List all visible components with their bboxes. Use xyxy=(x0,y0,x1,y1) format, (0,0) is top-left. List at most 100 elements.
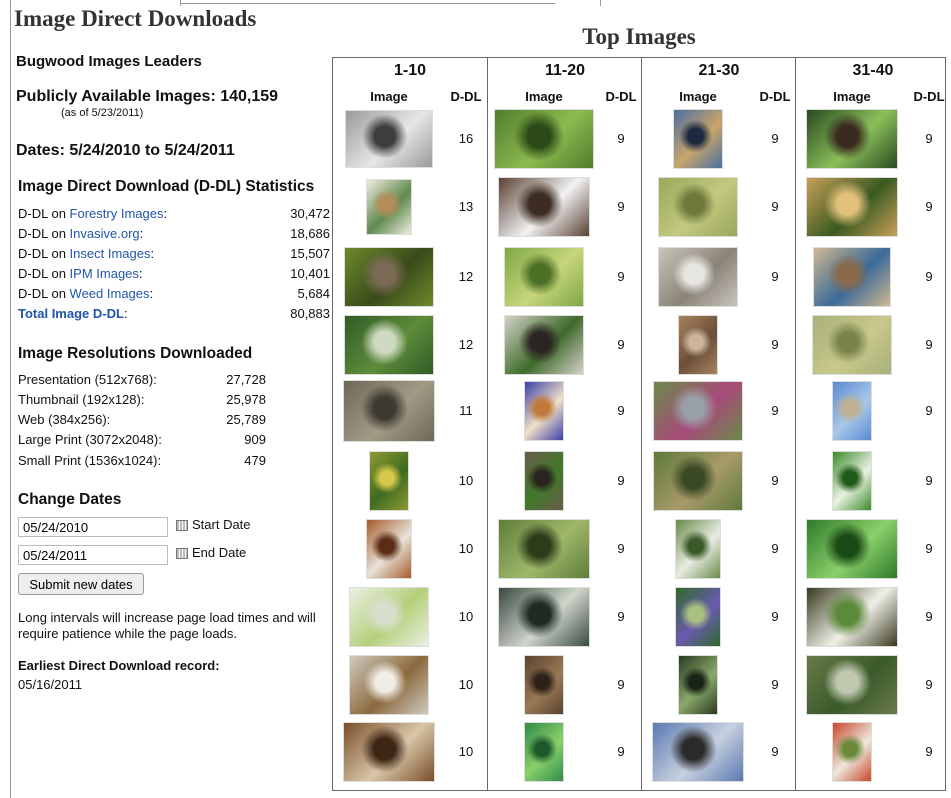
thumbnail-image[interactable] xyxy=(343,380,435,442)
start-date-input[interactable] xyxy=(18,517,168,537)
thumbnail-image[interactable] xyxy=(675,587,721,647)
thumbnail-image[interactable] xyxy=(345,110,433,168)
ddl-count: 9 xyxy=(925,744,933,759)
thumbnail-image[interactable] xyxy=(498,587,590,647)
calendar-icon[interactable] xyxy=(176,520,188,531)
thumbnail-image[interactable] xyxy=(344,247,434,307)
ddl-stat-link[interactable]: Weed Images xyxy=(70,286,150,301)
thumbnail-image[interactable] xyxy=(524,722,564,782)
ddl-total-suffix: : xyxy=(123,306,128,321)
end-date-label: End Date xyxy=(192,545,247,560)
thumbnail-image[interactable] xyxy=(832,722,872,782)
ddl-stat-label: D-DL on Weed Images: xyxy=(18,286,153,306)
thumbnail-image[interactable] xyxy=(504,315,584,375)
thumbnail-image[interactable] xyxy=(366,179,412,235)
page-title: Image Direct Downloads xyxy=(14,6,257,31)
calendar-icon[interactable] xyxy=(176,548,188,559)
thumbnail-image[interactable] xyxy=(369,451,409,511)
thumbnail-image[interactable] xyxy=(524,655,564,715)
thumbnail-image[interactable] xyxy=(812,315,892,375)
ddl-count: 9 xyxy=(925,199,933,214)
ddl-total-label: Total Image D-DL: xyxy=(18,306,128,326)
ddl-count: 9 xyxy=(617,609,625,624)
thumbnail-image[interactable] xyxy=(806,587,898,647)
ddl-count: 9 xyxy=(925,131,933,146)
resolution-row: Small Print (1536x1024): 479 xyxy=(18,453,266,473)
thumbnail-image[interactable] xyxy=(832,451,872,511)
ddl-stat-label: D-DL on IPM Images: xyxy=(18,266,143,286)
thumbnail-image[interactable] xyxy=(813,247,891,307)
thumbnail-image[interactable] xyxy=(494,109,594,169)
thumbnail-image[interactable] xyxy=(366,519,412,579)
change-dates-heading: Change Dates xyxy=(18,491,122,508)
thumbnail-image[interactable] xyxy=(498,519,590,579)
as-of-date: (as of 5/23/2011) xyxy=(61,107,144,119)
ddl-count: 9 xyxy=(617,199,625,214)
resolution-label: Presentation (512x768): xyxy=(18,372,157,387)
thumbnail-image[interactable] xyxy=(504,247,584,307)
thumbnail-image[interactable] xyxy=(652,722,744,782)
submit-dates-button[interactable]: Submit new dates xyxy=(18,573,144,595)
thumbnail-image[interactable] xyxy=(349,587,429,647)
image-header: Image xyxy=(679,89,717,104)
rank-column: 1-10 Image D-DL 16 13 12 12 11 10 10 10 10 10 xyxy=(333,58,487,790)
image-header: Image xyxy=(833,89,871,104)
thumbnail-image[interactable] xyxy=(678,315,718,375)
thumbnail-image[interactable] xyxy=(524,381,564,441)
thumbnail-image[interactable] xyxy=(806,109,898,169)
thumbnail-image[interactable] xyxy=(524,451,564,511)
ddl-count: 9 xyxy=(617,541,625,556)
resolution-label: Large Print (3072x2048): xyxy=(18,432,162,447)
ddl-stat-value: 10,401 xyxy=(290,266,330,281)
thumbnail-image[interactable] xyxy=(498,177,590,237)
ddl-stat-row: D-DL on IPM Images: 10,401 xyxy=(18,266,330,286)
ddl-stat-link[interactable]: Insect Images xyxy=(70,246,151,261)
ddl-count: 9 xyxy=(617,269,625,284)
ddl-count: 9 xyxy=(617,337,625,352)
thumbnail-image[interactable] xyxy=(673,109,723,169)
ddl-count: 13 xyxy=(458,199,474,214)
thumbnail-image[interactable] xyxy=(344,315,434,375)
ddl-stat-link[interactable]: IPM Images xyxy=(70,266,139,281)
ddl-stat-prefix: D-DL on xyxy=(18,226,70,241)
ddl-count: 9 xyxy=(925,609,933,624)
ddl-count: 9 xyxy=(925,677,933,692)
ddl-count: 9 xyxy=(617,473,625,488)
rank-range-header: 11-20 xyxy=(544,62,586,79)
ddl-count: 10 xyxy=(458,677,474,692)
thumbnail-image[interactable] xyxy=(832,381,872,441)
thumbnail-image[interactable] xyxy=(349,655,429,715)
thumbnail-image[interactable] xyxy=(653,451,743,511)
top-images-title: Top Images xyxy=(582,24,696,49)
thumbnail-image[interactable] xyxy=(806,655,898,715)
thumbnail-image[interactable] xyxy=(343,722,435,782)
resolution-value: 25,978 xyxy=(226,392,266,407)
ddl-count: 9 xyxy=(771,337,779,352)
thumbnail-image[interactable] xyxy=(806,519,898,579)
thumbnail-image[interactable] xyxy=(653,381,743,441)
rank-range-header: 31-40 xyxy=(852,62,894,79)
thumbnail-image[interactable] xyxy=(658,247,738,307)
ddl-count: 9 xyxy=(925,541,933,556)
rank-column: 11-20 Image D-DL 9 9 9 9 9 9 9 9 9 9 xyxy=(487,58,642,790)
ddl-header: D-DL xyxy=(450,89,482,104)
ddl-stat-link[interactable]: Invasive.org xyxy=(70,226,140,241)
ddl-count: 11 xyxy=(459,403,473,418)
ddl-stat-suffix: : xyxy=(150,246,155,261)
ddl-stat-link[interactable]: Forestry Images xyxy=(70,206,164,221)
thumbnail-image[interactable] xyxy=(658,177,738,237)
rank-column: 21-30 Image D-DL 9 9 9 9 9 9 9 9 9 9 xyxy=(641,58,796,790)
thumbnail-image[interactable] xyxy=(678,655,718,715)
ddl-stat-row: D-DL on Invasive.org: 18,686 xyxy=(18,226,330,246)
ddl-count: 9 xyxy=(771,473,779,488)
ddl-header: D-DL xyxy=(605,89,637,104)
image-header: Image xyxy=(370,89,408,104)
start-date-label: Start Date xyxy=(192,517,251,532)
thumbnail-image[interactable] xyxy=(806,177,898,237)
resolutions-heading: Image Resolutions Downloaded xyxy=(18,345,253,362)
thumbnail-image[interactable] xyxy=(675,519,721,579)
ddl-stat-row: D-DL on Insect Images: 15,507 xyxy=(18,246,330,266)
end-date-input[interactable] xyxy=(18,545,168,565)
ddl-count: 9 xyxy=(771,609,779,624)
total-ddl-link[interactable]: Total Image D-DL xyxy=(18,306,124,321)
